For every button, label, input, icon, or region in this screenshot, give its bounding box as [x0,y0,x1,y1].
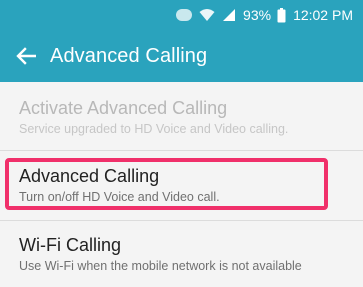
divider [0,220,363,221]
setting-title: Wi-Fi Calling [19,235,122,255]
setting-activate-advanced-calling: Activate Advanced Calling Service upgrad… [0,97,363,137]
battery-icon [277,7,286,23]
signal-icon [222,8,236,22]
page-title: Advanced Calling [50,44,208,67]
arrow-left-icon[interactable] [14,44,38,68]
message-icon [176,9,193,21]
setting-subtitle: Use Wi-Fi when the mobile network is not… [19,259,302,273]
divider [0,150,363,151]
battery-percent: 93% [243,7,272,23]
setting-wifi-calling[interactable]: Wi-Fi Calling Use Wi-Fi when the mobile … [0,234,363,274]
setting-subtitle: Service upgraded to HD Voice and Video c… [19,122,289,136]
app-bar: Advanced Calling [0,30,363,82]
clock: 12:02 PM [293,7,353,23]
wifi-icon [199,8,215,22]
setting-title: Activate Advanced Calling [19,98,228,118]
highlight-box [5,158,328,210]
status-bar: 93% 12:02 PM [0,0,363,30]
